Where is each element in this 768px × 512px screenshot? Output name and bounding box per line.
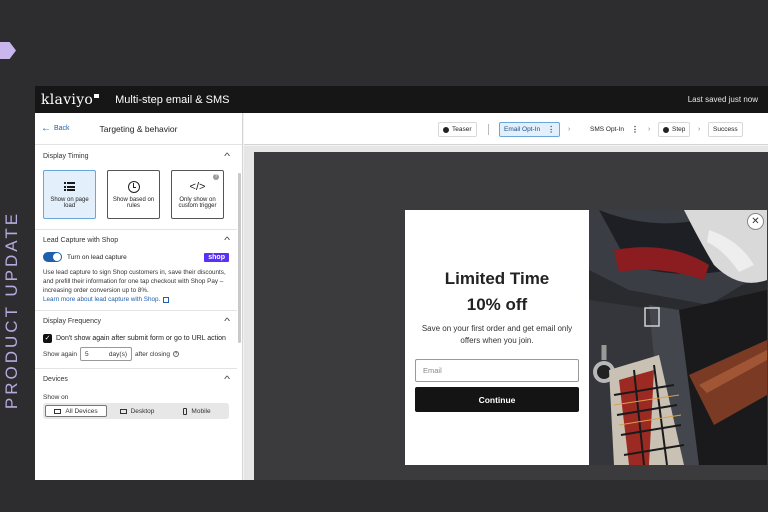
site-preview: Limited Time 10% off Save on your first … [254,152,768,480]
device-selector: All Devices Desktop Mobile [43,403,229,419]
step-email-opt-in[interactable]: Email Opt-In ⋮ [499,122,561,137]
popup-body: Save on your first order and get email o… [421,324,573,345]
back-arrow-icon: ← [41,123,51,134]
all-devices-icon [54,408,62,414]
signup-popup: Limited Time 10% off Save on your first … [405,210,767,465]
chevron-right-icon: › [648,126,651,133]
popup-headline: Limited Time [444,269,550,288]
devices-header[interactable]: Devices ^ [43,369,230,389]
chevron-up-icon: ^ [223,316,230,326]
step-step[interactable]: Step [658,122,691,137]
lead-capture-description: Use lead capture to sign Shop customers … [43,269,226,294]
step-dot-icon [443,126,449,133]
display-timing-section: Display Timing ^ Show on page load Show … [35,146,237,230]
panel-header: ← Back Targeting & behavior [35,113,242,145]
timing-tiles: Show on page load Show based on rules ? … [43,166,229,229]
lead-capture-section: Lead Capture with Shop ^ Turn on lead ca… [35,230,237,311]
device-desktop[interactable]: Desktop [107,405,167,417]
app-window: klaviyo Multi-step email & SMS Last save… [35,86,768,480]
chevron-up-icon: ^ [223,235,230,245]
device-all[interactable]: All Devices [45,405,107,417]
klaviyo-logo[interactable]: klaviyo [41,92,100,108]
devices-section: Devices ^ Show on All Devices Desktop Mo… [35,369,237,419]
clock-icon [127,180,140,194]
chevron-up-icon: ^ [223,151,230,161]
external-link-icon [163,296,170,303]
logo-flag-icon [94,93,100,98]
back-link[interactable]: ← Back [41,123,70,134]
code-icon: </> [189,180,206,193]
close-button[interactable]: ✕ [747,213,764,230]
popup-image: ✕ [589,210,767,465]
device-mobile[interactable]: Mobile [167,405,227,417]
show-again-input[interactable]: 5 day(s) [79,347,132,361]
learn-more-link[interactable]: Learn more about lead capture with Shop. [43,296,229,310]
display-timing-header[interactable]: Display Timing ^ [43,146,230,166]
step-divider [488,124,489,135]
email-field[interactable]: Email [415,359,579,382]
targeting-panel: ← Back Targeting & behavior Display Timi… [35,113,243,480]
lead-capture-header[interactable]: Lead Capture with Shop ^ [43,230,230,250]
continue-button[interactable]: Continue [415,387,579,412]
list-icon [64,180,75,194]
popup-offer: 10% off [466,295,528,314]
top-bar: klaviyo Multi-step email & SMS Last save… [35,86,768,113]
chevron-right-icon: › [698,126,701,133]
mobile-icon [183,407,188,415]
step-dot-icon [663,126,669,133]
tile-custom-trigger[interactable]: ? </> Only show on custom trigger [171,170,224,219]
app-title: Multi-step email & SMS [115,93,230,106]
tag-shape-decoration [0,42,16,59]
tile-show-on-page-load[interactable]: Show on page load [43,170,96,219]
step-bar: Teaser Email Opt-In ⋮ › SMS Opt-In ⋮ › S… [244,113,768,145]
chevron-up-icon: ^ [223,374,230,384]
more-options-icon[interactable]: ⋮ [631,125,639,134]
more-options-icon[interactable]: ⋮ [547,125,555,134]
save-status: Last saved just now [687,95,758,104]
step-teaser[interactable]: Teaser [438,122,477,137]
dont-show-again-row: ✓ Don't show again after submit form or … [43,331,229,347]
lead-capture-toggle-row: Turn on lead capture shop [43,250,229,268]
dont-show-again-checkbox[interactable]: ✓ [43,334,52,343]
show-again-row: Show again 5 day(s) after closing ? [43,347,229,368]
editor-canvas: Limited Time 10% off Save on your first … [244,146,768,480]
tile-show-based-on-rules[interactable]: Show based on rules [107,170,160,219]
popup-form: Limited Time 10% off Save on your first … [405,210,589,465]
info-icon[interactable]: ? [213,174,219,180]
show-on-label: Show on [43,394,69,401]
clothing-photo [589,210,767,465]
toggle-label: Turn on lead capture [67,253,127,261]
display-frequency-header[interactable]: Display Frequency ^ [43,311,230,331]
lead-capture-toggle[interactable] [43,252,62,262]
chevron-right-icon: › [568,126,571,133]
product-update-label: PRODUCT UPDATE [2,210,21,410]
desktop-icon [119,408,127,414]
shop-badge: shop [204,252,229,262]
panel-scroll-area: Display Timing ^ Show on page load Show … [35,146,237,480]
step-sms-opt-in[interactable]: SMS Opt-In ⋮ [585,122,644,137]
help-icon[interactable]: ? [173,351,180,357]
panel-scrollbar[interactable] [238,173,241,343]
display-frequency-section: Display Frequency ^ ✓ Don't show again a… [35,311,237,369]
step-success[interactable]: Success [708,122,743,137]
checkbox-label: Don't show again after submit form or go… [56,335,226,342]
